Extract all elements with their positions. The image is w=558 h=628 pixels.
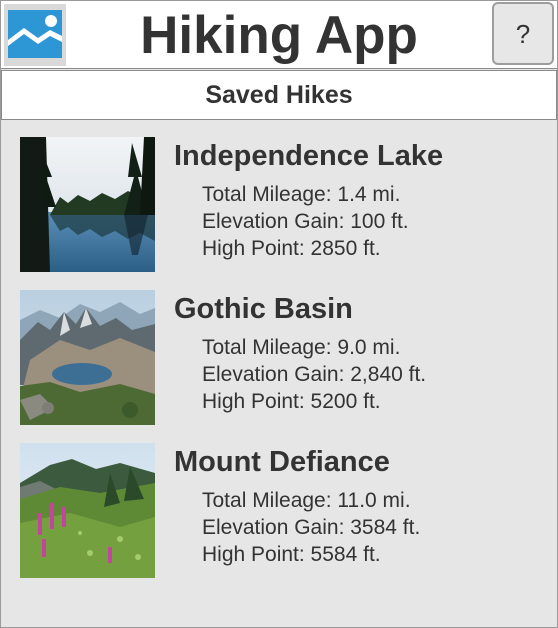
hike-stats: Total Mileage: 11.0 mi. Elevation Gain: … [202,487,420,568]
hike-item-gothic-basin[interactable]: Gothic Basin Total Mileage: 9.0 mi. Elev… [1,290,557,443]
hike-stats: Total Mileage: 9.0 mi. Elevation Gain: 2… [202,334,426,415]
elevation-gain: Elevation Gain: 3584 ft. [202,516,421,539]
hike-item-mount-defiance[interactable]: Mount Defiance Total Mileage: 11.0 mi. E… [1,443,557,596]
mountain-basin-photo[interactable] [20,290,155,425]
section-title: Saved Hikes [1,70,557,120]
hike-name[interactable]: Independence Lake [174,137,443,175]
high-point: High Point: 5200 ft. [202,390,381,413]
lake-forest-photo[interactable] [20,137,155,272]
elevation-gain: Elevation Gain: 2,840 ft. [202,363,427,386]
top-bar: Hiking App ? [1,1,557,69]
total-mileage: Total Mileage: 9.0 mi. [202,336,401,359]
high-point: High Point: 5584 ft. [202,543,381,566]
hike-name[interactable]: Gothic Basin [174,290,353,328]
hike-name[interactable]: Mount Defiance [174,443,390,481]
hike-stats: Total Mileage: 1.4 mi. Elevation Gain: 1… [202,181,409,262]
app-frame: Hiking App ? Saved Hikes Independence La… [0,0,558,628]
hike-list: Independence Lake Total Mileage: 1.4 mi.… [1,137,557,596]
help-button[interactable]: ? [492,2,554,65]
app-title: Hiking App [140,6,418,65]
elevation-gain: Elevation Gain: 100 ft. [202,210,409,233]
high-point: High Point: 2850 ft. [202,237,381,260]
hike-item-independence-lake[interactable]: Independence Lake Total Mileage: 1.4 mi.… [1,137,557,290]
total-mileage: Total Mileage: 1.4 mi. [202,183,401,206]
wildflower-meadow-photo[interactable] [20,443,155,578]
total-mileage: Total Mileage: 11.0 mi. [202,489,411,512]
